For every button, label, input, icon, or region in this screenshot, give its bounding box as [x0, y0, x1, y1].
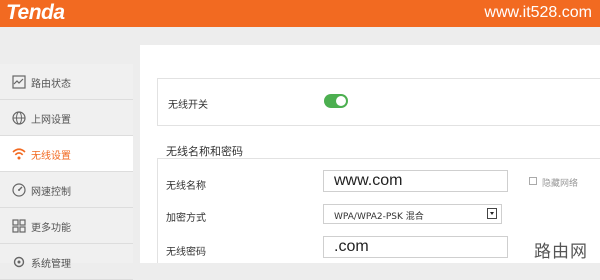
ssid-label: 无线名称 — [166, 181, 206, 192]
wireless-switch-card: 无线开关 — [157, 78, 600, 126]
password-label: 无线密码 — [166, 247, 206, 258]
top-bar: Tenda www.it528.com — [0, 0, 600, 27]
sidebar-item-system-management[interactable]: 系统管理 — [0, 244, 133, 280]
toggle-knob — [336, 96, 346, 106]
sidebar-item-wireless-settings[interactable]: 无线设置 — [0, 136, 133, 172]
encryption-label: 加密方式 — [166, 213, 206, 224]
password-input[interactable]: .com — [323, 236, 508, 258]
site-watermark: www.it528.com — [484, 4, 592, 21]
sidebar-item-more-features[interactable]: 更多功能 — [0, 208, 133, 244]
wireless-toggle[interactable] — [324, 94, 348, 108]
tenda-logo: Tenda — [6, 1, 65, 24]
sidebar-item-label: 无线设置 — [31, 151, 71, 162]
encryption-select[interactable]: WPA/WPA2-PSK 混合 — [323, 204, 502, 224]
wifi-icon — [12, 148, 26, 160]
sidebar-item-internet-settings[interactable]: 上网设置 — [0, 100, 133, 136]
sidebar-item-label: 路由状态 — [31, 79, 71, 90]
corner-watermark: 路由网 — [534, 242, 588, 262]
hide-network-label: 隐藏网络 — [542, 179, 579, 189]
grid-icon — [12, 219, 26, 233]
ssid-input[interactable]: www.com — [323, 170, 508, 192]
hide-network-checkbox[interactable] — [529, 177, 537, 185]
globe-icon — [12, 111, 26, 125]
chevron-down-icon[interactable] — [487, 208, 497, 219]
sidebar-item-label: 网速控制 — [31, 187, 71, 198]
section-title: 无线名称和密码 — [166, 145, 243, 158]
sidebar-item-speed-control[interactable]: 网速控制 — [0, 172, 133, 208]
gear-icon — [13, 256, 25, 268]
sidebar-item-label: 更多功能 — [31, 223, 71, 234]
encryption-value: WPA/WPA2-PSK 混合 — [334, 212, 424, 222]
sidebar-item-router-status[interactable]: 路由状态 — [0, 64, 133, 100]
wireless-switch-label: 无线开关 — [168, 100, 208, 111]
sidebar: 路由状态 上网设置 无线设置 网速控制 更多功能 系统管理 — [0, 64, 133, 280]
sidebar-item-label: 上网设置 — [31, 115, 71, 126]
speedometer-icon — [12, 183, 26, 197]
status-chart-icon — [12, 75, 26, 89]
